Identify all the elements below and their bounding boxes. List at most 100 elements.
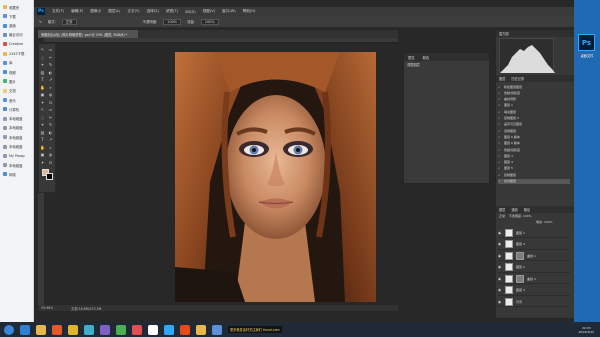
brush-tool-icon[interactable]: ✎ — [39, 20, 42, 24]
explorer-item[interactable]: 计算机 — [3, 106, 19, 112]
menu-item[interactable]: 文字(Y) — [127, 9, 139, 14]
eye-icon[interactable]: ◉ — [498, 254, 502, 258]
eye-icon[interactable]: ◉ — [498, 288, 502, 292]
layers-opacity[interactable]: 不透明度: 100% — [509, 214, 532, 218]
tool-icon[interactable]: ✦ — [40, 100, 45, 105]
tool-icon[interactable]: ▣ — [40, 92, 45, 97]
tab-history[interactable]: 历史记录 — [511, 76, 524, 81]
tool-icon[interactable]: T — [40, 77, 45, 82]
explorer-item[interactable]: 2345下载 — [3, 51, 24, 57]
tool-icon[interactable]: ✦ — [40, 160, 45, 165]
explorer-item[interactable]: 网络 — [3, 171, 16, 177]
tool-icon[interactable]: ⊡ — [48, 160, 53, 165]
tool-icon[interactable]: ✂ — [48, 115, 53, 120]
explorer-item[interactable]: 下载 — [3, 13, 16, 19]
layer-row[interactable]: ◉ 图层 2 — [498, 263, 570, 273]
menu-item[interactable]: 编辑(E) — [71, 9, 83, 14]
tool-icon[interactable]: ▭ — [48, 47, 53, 52]
explorer-item[interactable]: My Passp — [3, 153, 25, 159]
menu-item[interactable]: 帮助(H) — [243, 9, 256, 14]
layers-fill[interactable]: 填充: 100% — [536, 220, 553, 224]
document-tab[interactable]: 修图前后对比 (照片明暗重塑) .psd @ 29% (图层, RGB/8) * — [38, 30, 138, 38]
tab-layers[interactable]: 图层 — [499, 207, 505, 212]
menu-item[interactable]: 滤镜(T) — [166, 9, 178, 14]
history-item[interactable]: ✓ 图层 6 副本 — [498, 134, 570, 139]
explorer-item[interactable]: 本地磁盘 — [3, 144, 23, 150]
taskbar-app13-icon[interactable] — [212, 324, 222, 335]
taskbar-start-icon[interactable] — [4, 324, 14, 335]
tool-icon[interactable]: ◐ — [48, 70, 53, 75]
tool-icon[interactable]: ↗ — [48, 137, 53, 142]
menu-item[interactable]: 视图(V) — [203, 9, 215, 14]
taskbar-app6-icon[interactable] — [100, 324, 110, 335]
history-item[interactable]: ✓ 复制图层 — [498, 172, 570, 177]
tool-icon[interactable]: ✋ — [40, 145, 45, 150]
tool-icon[interactable]: ▨ — [40, 70, 45, 75]
layer-row[interactable]: ◉ 图层 4 — [498, 240, 570, 250]
explorer-item[interactable]: 文档 — [3, 88, 16, 94]
history-item[interactable]: ✓ 色相/饱和度 — [498, 147, 570, 152]
tool-icon[interactable]: ↖ — [40, 107, 45, 112]
background-color-swatch[interactable] — [46, 173, 53, 180]
layer-row[interactable]: ◉ 曲线 2 — [498, 274, 570, 284]
history-item[interactable]: ✓ 图层 6 副本 — [498, 141, 570, 146]
tool-icon[interactable]: T — [40, 137, 45, 142]
photoshop-file-icon[interactable]: Ps — [578, 34, 595, 51]
explorer-item[interactable]: 最近访问 — [3, 32, 23, 38]
tool-icon[interactable]: ▣ — [40, 152, 45, 157]
tool-icon[interactable]: ◌ — [40, 115, 45, 120]
history-item[interactable]: ✓ 新建图层图层 — [498, 84, 570, 89]
menu-item[interactable]: 文件(F) — [52, 9, 64, 14]
explorer-item[interactable]: 本地磁盘 — [3, 116, 23, 122]
taskbar-app12-icon[interactable] — [196, 324, 206, 335]
explorer-item[interactable]: 视频 — [3, 69, 16, 75]
history-item[interactable]: ✓ 图层 3 — [498, 153, 570, 158]
taskbar-app9-icon[interactable] — [148, 324, 158, 335]
tool-icon[interactable]: ▭ — [48, 107, 53, 112]
taskbar-app11-icon[interactable] — [180, 324, 190, 335]
history-item[interactable]: ✓ 合并图层 — [498, 178, 570, 184]
mode-select[interactable]: 正常 — [61, 18, 77, 25]
flow-input[interactable]: 100% — [200, 18, 219, 25]
taskbar-explorer-icon[interactable] — [36, 324, 46, 335]
menu-item[interactable]: 选择(S) — [147, 9, 159, 14]
tool-icon[interactable]: ⌕ — [48, 85, 53, 90]
taskbar-media-icon[interactable] — [52, 324, 62, 335]
zoom-level[interactable]: 29.98% — [41, 306, 53, 310]
history-item[interactable]: ✓ 复制图层 2 — [498, 116, 570, 121]
menu-item[interactable]: 3D(D) — [185, 10, 196, 14]
history-item[interactable]: ✓ 选择图层 — [498, 128, 570, 133]
layers-blend-mode[interactable]: 正常 — [499, 214, 505, 218]
taskbar-photoshop-icon[interactable] — [164, 324, 174, 335]
tool-icon[interactable]: ↖ — [40, 47, 45, 52]
tool-icon[interactable]: ✎ — [48, 62, 53, 67]
portrait-image[interactable] — [175, 52, 376, 302]
taskbar-ie-icon[interactable] — [20, 324, 30, 335]
taskbar-chrome-icon[interactable] — [68, 324, 78, 335]
menu-item[interactable]: 图像(I) — [90, 9, 101, 14]
tool-icon[interactable]: ⌖ — [40, 122, 45, 127]
explorer-item[interactable]: 库 — [3, 60, 12, 66]
history-item[interactable]: ✓ 填充图层 — [498, 109, 570, 114]
explorer-item[interactable]: 图片 — [3, 78, 16, 84]
explorer-item[interactable]: 本地磁盘 — [3, 162, 23, 168]
layer-row[interactable]: ◉ 曲线 1 — [498, 251, 570, 261]
explorer-item[interactable]: 本地磁盘 — [3, 125, 23, 131]
taskbar-app5-icon[interactable] — [84, 324, 94, 335]
explorer-item[interactable]: 本地磁盘 — [3, 134, 23, 140]
tab-histogram[interactable]: 直方图 — [499, 31, 509, 36]
explorer-item[interactable]: 收藏夹 — [3, 4, 19, 10]
tool-icon[interactable]: ◌ — [40, 55, 45, 60]
eye-icon[interactable]: ◉ — [498, 231, 502, 235]
tool-icon[interactable]: ✎ — [48, 122, 53, 127]
tool-icon[interactable]: ◍ — [48, 92, 53, 97]
history-item[interactable]: ✓ 盖印可见图层 — [498, 122, 570, 127]
taskbar-app7-icon[interactable] — [116, 324, 126, 335]
history-item[interactable]: ✓ 图层 4 — [498, 160, 570, 165]
tool-icon[interactable]: ⌖ — [40, 62, 45, 67]
tab-properties[interactable]: 属性 — [408, 55, 415, 60]
eye-icon[interactable]: ◉ — [498, 300, 502, 304]
opacity-input[interactable]: 100% — [163, 18, 181, 25]
tool-icon[interactable]: ⌕ — [48, 145, 53, 150]
tab-layers-small[interactable]: 图层 — [499, 76, 505, 81]
